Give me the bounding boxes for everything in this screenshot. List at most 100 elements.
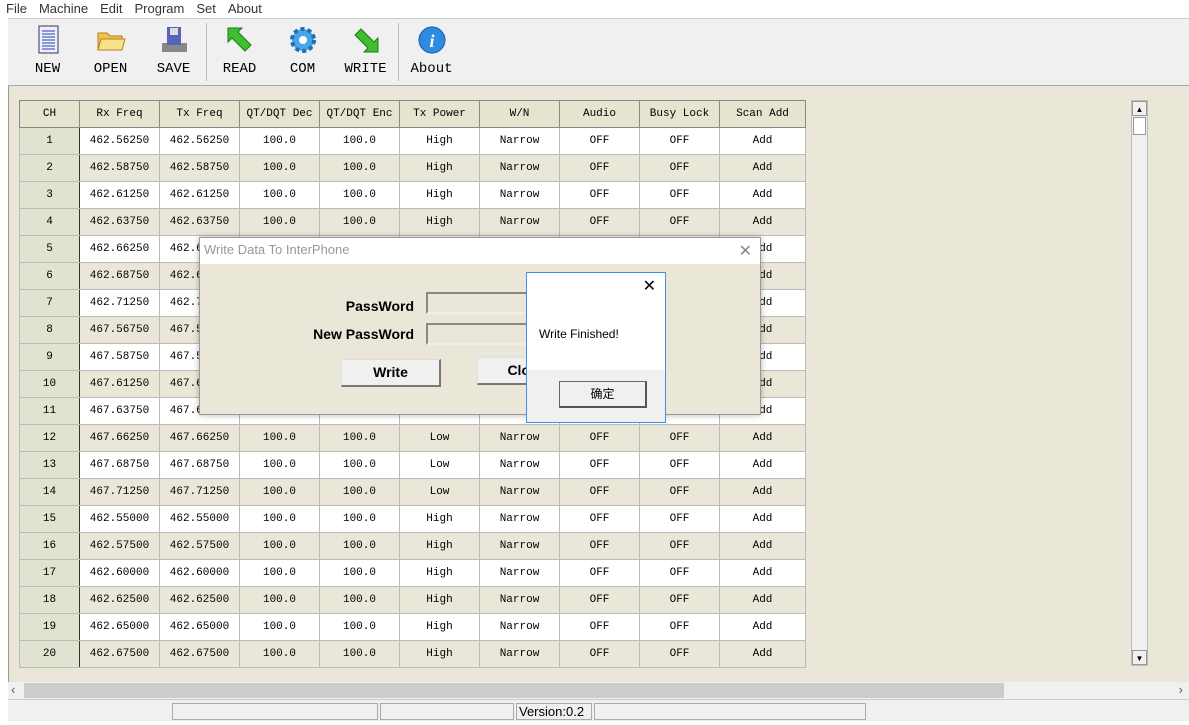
table-cell[interactable]: 100.0 bbox=[239, 613, 320, 641]
table-cell[interactable]: High bbox=[399, 505, 480, 533]
column-header[interactable]: W/N bbox=[479, 100, 560, 128]
ok-button[interactable]: 确定 bbox=[559, 381, 647, 408]
table-cell[interactable]: OFF bbox=[639, 208, 720, 236]
table-cell[interactable]: OFF bbox=[639, 181, 720, 209]
horizontal-scrollbar[interactable]: ‹ › bbox=[8, 682, 1189, 699]
write-button[interactable]: Write bbox=[341, 359, 441, 387]
table-cell[interactable]: Narrow bbox=[479, 424, 560, 452]
table-cell[interactable]: 100.0 bbox=[239, 451, 320, 479]
table-cell[interactable]: 4 bbox=[19, 208, 80, 236]
table-cell[interactable]: High bbox=[399, 640, 480, 668]
table-cell[interactable]: Narrow bbox=[479, 181, 560, 209]
table-cell[interactable]: 13 bbox=[19, 451, 80, 479]
column-header[interactable]: QT/DQT Dec bbox=[239, 100, 320, 128]
scroll-up-arrow[interactable]: ▲ bbox=[1132, 101, 1147, 116]
table-cell[interactable]: 467.66250 bbox=[79, 424, 160, 452]
table-cell[interactable]: Low bbox=[399, 451, 480, 479]
table-cell[interactable]: 100.0 bbox=[239, 208, 320, 236]
about-button[interactable]: i About bbox=[400, 19, 463, 85]
table-cell[interactable]: 100.0 bbox=[239, 478, 320, 506]
table-cell[interactable]: 100.0 bbox=[319, 613, 400, 641]
scroll-right-arrow[interactable]: › bbox=[1179, 682, 1183, 697]
table-cell[interactable]: 462.57500 bbox=[79, 532, 160, 560]
table-cell[interactable]: OFF bbox=[639, 640, 720, 668]
table-cell[interactable]: 462.55000 bbox=[79, 505, 160, 533]
table-cell[interactable]: 100.0 bbox=[319, 478, 400, 506]
table-cell[interactable]: 462.67500 bbox=[79, 640, 160, 668]
table-cell[interactable]: Narrow bbox=[479, 532, 560, 560]
table-cell[interactable]: 11 bbox=[19, 397, 80, 425]
table-cell[interactable]: Add bbox=[719, 586, 806, 614]
table-cell[interactable]: High bbox=[399, 586, 480, 614]
table-cell[interactable]: Low bbox=[399, 478, 480, 506]
read-button[interactable]: READ bbox=[208, 19, 271, 85]
table-cell[interactable]: Low bbox=[399, 424, 480, 452]
table-cell[interactable]: 100.0 bbox=[319, 640, 400, 668]
table-cell[interactable]: 100.0 bbox=[239, 505, 320, 533]
table-cell[interactable]: OFF bbox=[559, 451, 640, 479]
table-cell[interactable]: Add bbox=[719, 451, 806, 479]
table-cell[interactable]: 100.0 bbox=[239, 181, 320, 209]
column-header[interactable]: Tx Power bbox=[399, 100, 480, 128]
table-cell[interactable]: High bbox=[399, 154, 480, 182]
table-cell[interactable]: 100.0 bbox=[319, 154, 400, 182]
table-cell[interactable]: Narrow bbox=[479, 127, 560, 155]
table-cell[interactable]: 100.0 bbox=[239, 532, 320, 560]
table-cell[interactable]: OFF bbox=[639, 505, 720, 533]
table-cell[interactable]: 462.56250 bbox=[79, 127, 160, 155]
vertical-scrollbar[interactable]: ▲ ▼ bbox=[1131, 100, 1148, 666]
table-cell[interactable]: OFF bbox=[559, 154, 640, 182]
table-cell[interactable]: Add bbox=[719, 532, 806, 560]
table-cell[interactable]: 100.0 bbox=[239, 640, 320, 668]
table-cell[interactable]: 462.65000 bbox=[159, 613, 240, 641]
table-cell[interactable]: 462.58750 bbox=[159, 154, 240, 182]
table-cell[interactable]: Add bbox=[719, 181, 806, 209]
table-cell[interactable]: OFF bbox=[559, 559, 640, 587]
table-cell[interactable]: 10 bbox=[19, 370, 80, 398]
table-cell[interactable]: 462.61250 bbox=[79, 181, 160, 209]
table-cell[interactable]: 462.66250 bbox=[79, 235, 160, 263]
column-header[interactable]: Tx Freq bbox=[159, 100, 240, 128]
table-cell[interactable]: OFF bbox=[559, 505, 640, 533]
table-cell[interactable]: 462.57500 bbox=[159, 532, 240, 560]
table-cell[interactable]: 20 bbox=[19, 640, 80, 668]
table-cell[interactable]: Narrow bbox=[479, 478, 560, 506]
table-cell[interactable]: OFF bbox=[559, 613, 640, 641]
table-cell[interactable]: 462.55000 bbox=[159, 505, 240, 533]
table-cell[interactable]: 462.71250 bbox=[79, 289, 160, 317]
table-cell[interactable]: 467.71250 bbox=[79, 478, 160, 506]
table-cell[interactable]: 462.62500 bbox=[159, 586, 240, 614]
table-cell[interactable]: 467.66250 bbox=[159, 424, 240, 452]
table-cell[interactable]: 14 bbox=[19, 478, 80, 506]
scroll-down-arrow[interactable]: ▼ bbox=[1132, 650, 1147, 665]
column-header[interactable]: Audio bbox=[559, 100, 640, 128]
table-cell[interactable]: OFF bbox=[559, 478, 640, 506]
table-cell[interactable]: 467.71250 bbox=[159, 478, 240, 506]
table-cell[interactable]: 462.60000 bbox=[79, 559, 160, 587]
table-cell[interactable]: Narrow bbox=[479, 559, 560, 587]
table-cell[interactable]: Narrow bbox=[479, 640, 560, 668]
table-cell[interactable]: OFF bbox=[639, 532, 720, 560]
table-cell[interactable]: OFF bbox=[559, 127, 640, 155]
table-cell[interactable]: High bbox=[399, 613, 480, 641]
table-cell[interactable]: 100.0 bbox=[319, 451, 400, 479]
table-cell[interactable]: 462.62500 bbox=[79, 586, 160, 614]
table-cell[interactable]: 100.0 bbox=[319, 181, 400, 209]
table-cell[interactable]: OFF bbox=[639, 559, 720, 587]
close-icon[interactable]: ✕ bbox=[643, 276, 656, 296]
table-cell[interactable]: Narrow bbox=[479, 154, 560, 182]
menu-edit[interactable]: Edit bbox=[94, 0, 128, 18]
table-cell[interactable]: 467.56750 bbox=[79, 316, 160, 344]
column-header[interactable]: CH bbox=[19, 100, 80, 128]
column-header[interactable]: QT/DQT Enc bbox=[319, 100, 400, 128]
table-cell[interactable]: OFF bbox=[639, 613, 720, 641]
table-cell[interactable]: 100.0 bbox=[239, 586, 320, 614]
table-cell[interactable]: 100.0 bbox=[319, 208, 400, 236]
menu-set[interactable]: Set bbox=[190, 0, 222, 18]
table-cell[interactable]: OFF bbox=[559, 424, 640, 452]
table-cell[interactable]: 100.0 bbox=[319, 559, 400, 587]
table-cell[interactable]: 462.56250 bbox=[159, 127, 240, 155]
table-cell[interactable]: Add bbox=[719, 613, 806, 641]
table-cell[interactable]: OFF bbox=[639, 451, 720, 479]
table-cell[interactable]: 100.0 bbox=[319, 586, 400, 614]
